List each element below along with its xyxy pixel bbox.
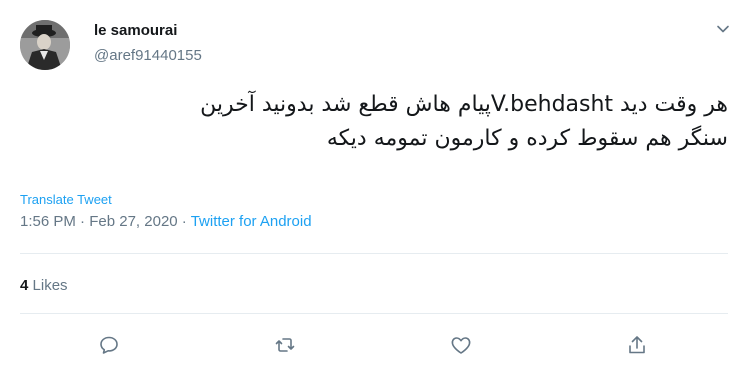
divider	[20, 313, 728, 314]
tweet-line-2: سنگر هم سقوط کرده و کارمون تمومه دیکه	[326, 126, 728, 151]
tweet-text: هر وقت دید V.behdashtپیام هاش قطع شد بدو…	[20, 88, 728, 156]
tweet-time[interactable]: 1:56 PM	[20, 213, 76, 230]
user-name[interactable]: le samourai	[94, 22, 177, 39]
reply-icon[interactable]	[96, 332, 122, 358]
user-handle[interactable]: @aref91440155	[94, 47, 202, 64]
avatar-image	[20, 20, 70, 70]
likes-link[interactable]: 4 Likes	[20, 277, 68, 294]
divider	[20, 253, 728, 254]
avatar[interactable]	[20, 20, 70, 70]
heart-icon[interactable]	[448, 332, 474, 358]
likes-label: Likes	[32, 277, 68, 294]
likes-count: 4	[20, 277, 29, 294]
chevron-down-icon[interactable]	[716, 22, 730, 36]
tweet-text-part: هر وقت دید	[613, 92, 728, 117]
meta-separator: ·	[75, 213, 90, 230]
tweet-source-link[interactable]: Twitter for Android	[191, 213, 312, 230]
tweet-date[interactable]: Feb 27, 2020	[89, 213, 177, 230]
tweet-text-part: پیام هاش قطع شد بدونید آخرین	[200, 92, 491, 117]
tweet-meta: 1:56 PM · Feb 27, 2020 · Twitter for And…	[20, 213, 312, 230]
tweet-actions	[0, 332, 748, 360]
share-icon[interactable]	[624, 332, 650, 358]
translate-tweet-link[interactable]: Translate Tweet	[20, 192, 112, 207]
meta-separator: ·	[177, 213, 191, 230]
retweet-icon[interactable]	[272, 332, 298, 358]
mention-text: V.behdasht	[490, 92, 614, 117]
tweet-line-1: هر وقت دید V.behdashtپیام هاش قطع شد بدو…	[20, 88, 728, 122]
